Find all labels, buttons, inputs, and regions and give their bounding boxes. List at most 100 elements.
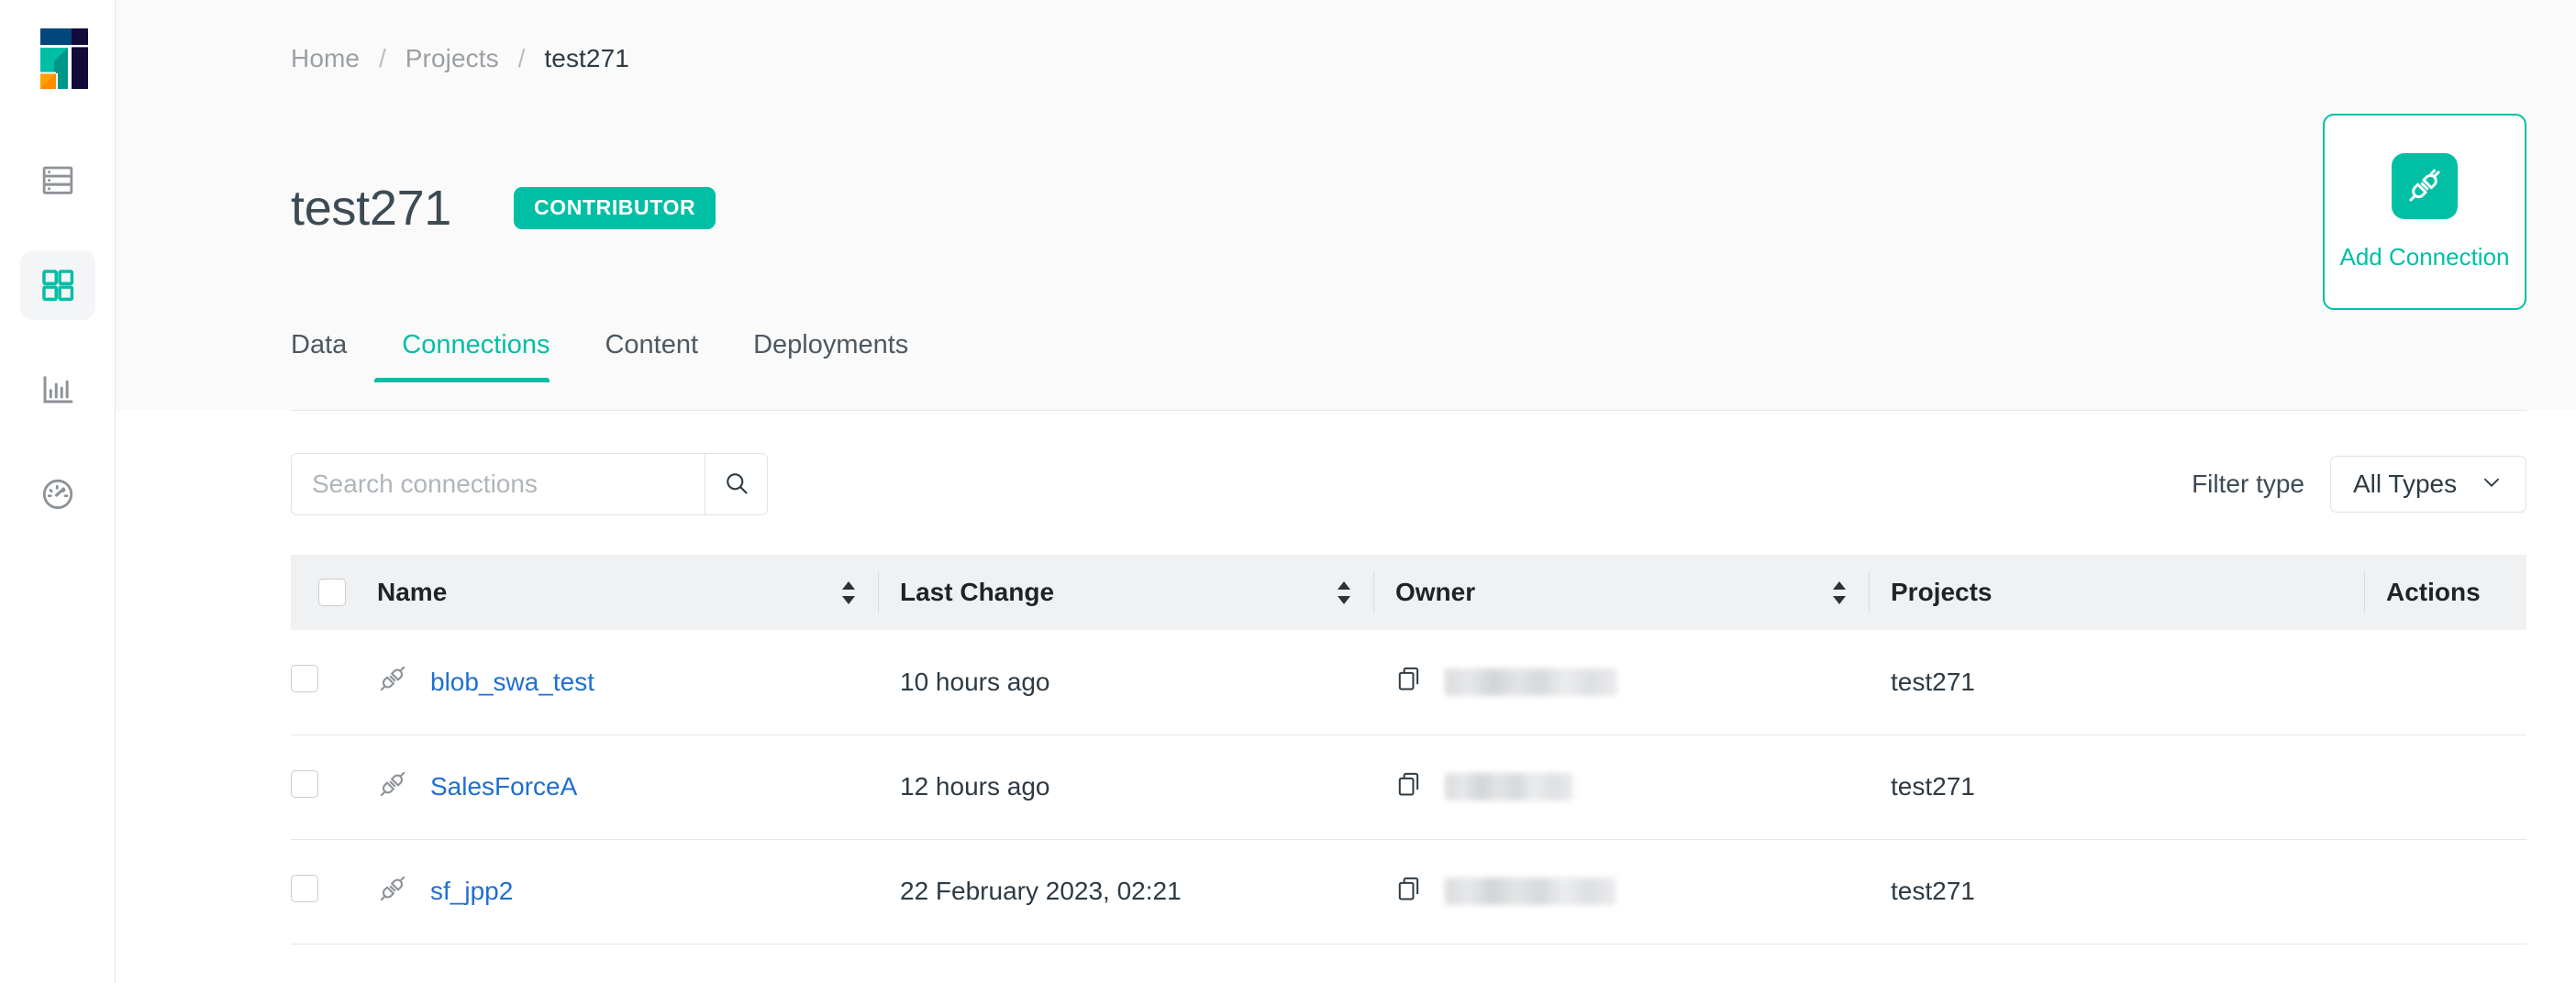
page-title: test271 — [291, 183, 451, 233]
tab-content[interactable]: Content — [577, 330, 726, 382]
connection-name-link[interactable]: blob_swa_test — [430, 668, 594, 697]
select-all-checkbox[interactable] — [318, 579, 346, 606]
row-checkbox[interactable] — [291, 875, 318, 902]
breadcrumb-separator-2: / — [506, 44, 538, 72]
cell-owner — [1373, 630, 1869, 734]
select-all-cell — [291, 555, 377, 630]
breadcrumb-separator-1: / — [367, 44, 398, 72]
filter-type-select[interactable]: All Types — [2330, 456, 2526, 513]
plug-connector-icon — [377, 663, 408, 701]
owner-redacted — [1445, 773, 1573, 801]
copy-icon[interactable] — [1395, 664, 1425, 700]
table-header-row: Name Last Change — [291, 555, 2526, 630]
column-label-actions: Actions — [2386, 578, 2481, 607]
table-toolbar: Filter type All Types — [291, 453, 2526, 515]
cell-owner — [1373, 734, 1869, 839]
table-row[interactable]: sf_jpp2 22 February 2023, 02:21 — [291, 839, 2526, 944]
copy-icon[interactable] — [1395, 769, 1425, 805]
filter-group: Filter type All Types — [2192, 453, 2526, 515]
column-label-name: Name — [377, 578, 447, 607]
sidebar-item-dashboards[interactable] — [20, 355, 95, 425]
row-select-cell — [291, 839, 377, 944]
column-label-owner: Owner — [1395, 578, 1475, 607]
projects-value: test271 — [1869, 772, 1975, 801]
dataiku-logo[interactable] — [20, 21, 95, 96]
last-change-value: 10 hours ago — [878, 668, 1049, 696]
gauge-icon — [39, 475, 77, 514]
column-header-owner[interactable]: Owner — [1373, 555, 1869, 630]
search-box — [291, 453, 768, 515]
breadcrumb-item-home[interactable]: Home — [291, 44, 360, 72]
search-icon — [723, 469, 750, 500]
column-header-projects: Projects — [1869, 555, 2364, 630]
filter-type-label: Filter type — [2192, 469, 2304, 499]
server-stack-icon — [39, 161, 77, 200]
table-head: Name Last Change — [291, 555, 2526, 630]
table-row[interactable]: SalesForceA 12 hours ago — [291, 734, 2526, 839]
column-header-last-change[interactable]: Last Change — [878, 555, 1373, 630]
cell-name: blob_swa_test — [377, 630, 878, 734]
cell-last-change: 12 hours ago — [878, 734, 1373, 839]
projects-value: test271 — [1869, 877, 1975, 905]
projects-value: test271 — [1869, 668, 1975, 696]
cell-owner — [1373, 839, 1869, 944]
app-root: Home / Projects / test271 test271 CONTRI… — [0, 0, 2576, 983]
plug-connector-icon — [2392, 153, 2458, 219]
sort-icon-last-change[interactable] — [1335, 580, 1353, 605]
copy-icon[interactable] — [1395, 874, 1425, 910]
row-select-cell — [291, 734, 377, 839]
sidebar-nav — [0, 146, 115, 529]
search-input[interactable] — [292, 454, 705, 514]
connection-name-link[interactable]: SalesForceA — [430, 772, 577, 801]
chevron-down-icon — [2480, 470, 2504, 499]
column-label-projects: Projects — [1891, 578, 1993, 607]
sort-icon-owner[interactable] — [1830, 580, 1849, 605]
cell-actions — [2364, 734, 2526, 839]
tab-data[interactable]: Data — [291, 330, 374, 382]
cell-actions — [2364, 839, 2526, 944]
main-content: Home / Projects / test271 test271 CONTRI… — [116, 0, 2576, 983]
sidebar-item-datasets[interactable] — [20, 146, 95, 215]
plug-connector-icon — [377, 768, 408, 806]
cell-name: sf_jpp2 — [377, 839, 878, 944]
row-select-cell — [291, 630, 377, 734]
add-connection-button[interactable]: Add Connection — [2323, 114, 2526, 310]
sidebar-item-monitoring[interactable] — [20, 459, 95, 529]
breadcrumb-item-projects[interactable]: Projects — [405, 44, 499, 72]
cell-projects: test271 — [1869, 839, 2364, 944]
header-divider — [291, 410, 2526, 411]
cell-projects: test271 — [1869, 734, 2364, 839]
add-connection-label: Add Connection — [2339, 243, 2509, 271]
owner-redacted — [1445, 668, 1617, 696]
cell-actions — [2364, 630, 2526, 734]
filter-type-value: All Types — [2353, 469, 2457, 499]
breadcrumb: Home / Projects / test271 — [291, 44, 629, 73]
connections-table: Name Last Change — [291, 555, 2526, 944]
sidebar-item-projects[interactable] — [20, 250, 95, 320]
owner-redacted — [1445, 878, 1616, 905]
connections-table-wrap: Name Last Change — [291, 555, 2526, 983]
cell-last-change: 10 hours ago — [878, 630, 1373, 734]
last-change-value: 22 February 2023, 02:21 — [878, 877, 1182, 905]
column-header-name[interactable]: Name — [377, 555, 878, 630]
cell-projects: test271 — [1869, 630, 2364, 734]
table-body: blob_swa_test 10 hours ago — [291, 630, 2526, 944]
cell-name: SalesForceA — [377, 734, 878, 839]
last-change-value: 12 hours ago — [878, 772, 1049, 801]
bar-chart-icon — [39, 370, 77, 409]
grid-squares-icon — [39, 266, 77, 304]
row-checkbox[interactable] — [291, 770, 318, 798]
title-row: test271 CONTRIBUTOR — [291, 183, 716, 233]
column-header-actions: Actions — [2364, 555, 2526, 630]
sort-icon-name[interactable] — [839, 580, 858, 605]
tab-connections[interactable]: Connections — [374, 330, 577, 382]
status-badge: CONTRIBUTOR — [514, 187, 716, 229]
breadcrumb-item-current: test271 — [544, 44, 629, 72]
tab-deployments[interactable]: Deployments — [726, 330, 936, 382]
search-button[interactable] — [705, 454, 767, 514]
left-sidebar — [0, 0, 116, 983]
connection-name-link[interactable]: sf_jpp2 — [430, 877, 513, 906]
row-checkbox[interactable] — [291, 665, 318, 692]
table-row[interactable]: blob_swa_test 10 hours ago — [291, 630, 2526, 734]
cell-last-change: 22 February 2023, 02:21 — [878, 839, 1373, 944]
